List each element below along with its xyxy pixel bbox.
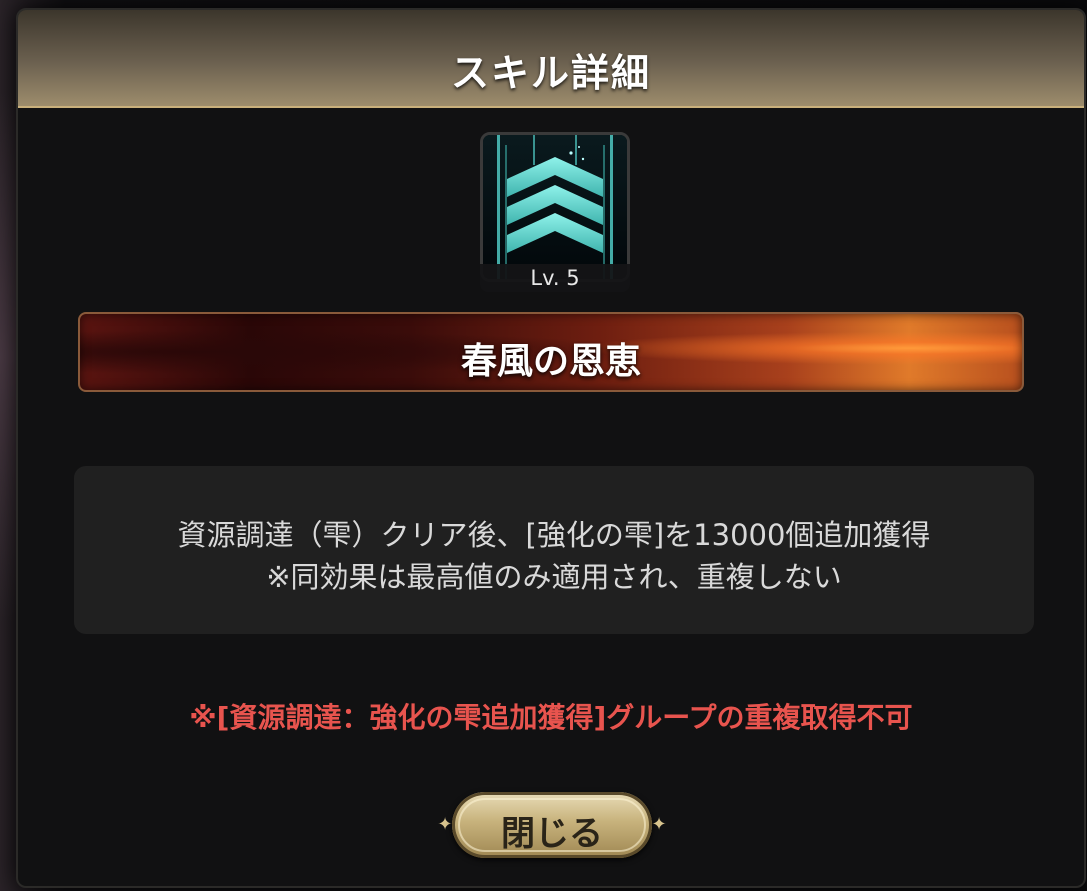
- duplicate-warning-text: ※[資源調達：強化の雫追加獲得]グループの重複取得不可: [189, 701, 913, 734]
- skill-description-line-1: 資源調達（雫）クリア後、[強化の雫]を13000個追加獲得: [177, 518, 931, 552]
- skill-name: 春風の恩恵: [460, 341, 641, 382]
- triple-chevron-up-icon: [480, 132, 630, 282]
- dialog-title: スキル詳細: [450, 51, 651, 95]
- skill-name-banner: 春風の恩恵: [78, 312, 1024, 392]
- skill-detail-dialog: スキル詳細 Lv. 5 春風の恩恵 資源調達（雫）クリア後、[強化の雫]を130…: [16, 8, 1086, 888]
- close-button-label: 閉じる: [501, 814, 603, 854]
- dialog-header: スキル詳細: [18, 10, 1084, 108]
- skill-description-line-2: ※同効果は最高値のみ適用され、重複しない: [266, 560, 842, 594]
- close-button-face[interactable]: 閉じる: [452, 792, 652, 858]
- skill-level-badge: Lv. 5: [480, 264, 630, 292]
- skill-icon-container: Lv. 5: [480, 132, 630, 292]
- skill-description-box: 資源調達（雫）クリア後、[強化の雫]を13000個追加獲得 ※同効果は最高値のみ…: [74, 466, 1034, 634]
- close-button[interactable]: ✦ 閉じる ✦: [436, 792, 668, 858]
- ornament-right-icon: ✦: [651, 814, 667, 835]
